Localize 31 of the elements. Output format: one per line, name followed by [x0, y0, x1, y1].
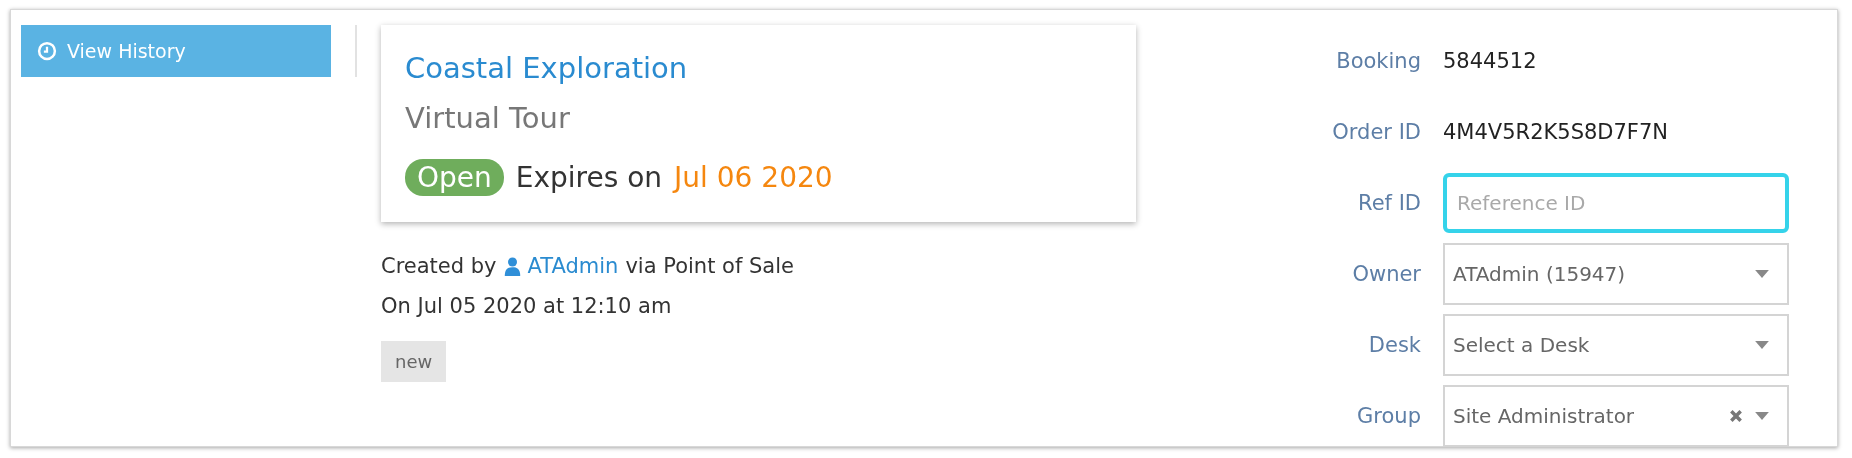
user-icon	[503, 256, 521, 276]
source-text: via Point of Sale	[625, 253, 794, 280]
caret-icon	[1755, 269, 1769, 278]
select-field[interactable]: ATAdmin (15947)	[1443, 242, 1789, 305]
created-date: On Jul 05 2020 at 12:10 am	[381, 293, 673, 320]
expiry-label: Expires on	[515, 161, 663, 194]
created-by-label: Created by	[381, 253, 497, 280]
tour-subtitle: Virtual Tour	[405, 101, 571, 135]
field-label: Owner	[1351, 261, 1421, 286]
tag: new	[381, 341, 447, 382]
expiry-date: Jul 06 2020	[674, 161, 833, 194]
caret-icon	[1755, 411, 1769, 420]
clear-icon[interactable]	[1729, 408, 1743, 423]
field-label: Desk	[1367, 332, 1421, 357]
select-field[interactable]: Select a Desk	[1443, 313, 1789, 376]
field-label: Order ID	[1331, 119, 1421, 144]
select-value: Select a Desk	[1453, 332, 1591, 357]
ref-id-field[interactable]: Reference ID	[1443, 172, 1789, 233]
select-value: Site Administrator	[1453, 403, 1636, 428]
field-value: 4M4V5R2K5S8D7F7N	[1443, 119, 1669, 144]
user-link[interactable]: ATAdmin	[527, 246, 619, 286]
caret-icon	[1755, 340, 1769, 349]
field-label: Group	[1356, 403, 1421, 428]
clock-icon	[37, 41, 57, 61]
select-value: ATAdmin (15947)	[1453, 261, 1627, 286]
tour-title[interactable]: Coastal Exploration	[405, 51, 1112, 85]
field-value: 5844512	[1443, 48, 1537, 73]
field-label: Ref ID	[1357, 190, 1421, 215]
field-label: Booking	[1335, 48, 1421, 73]
status-badge: Open	[405, 159, 504, 196]
select-field[interactable]: Site Administrator	[1443, 384, 1789, 447]
